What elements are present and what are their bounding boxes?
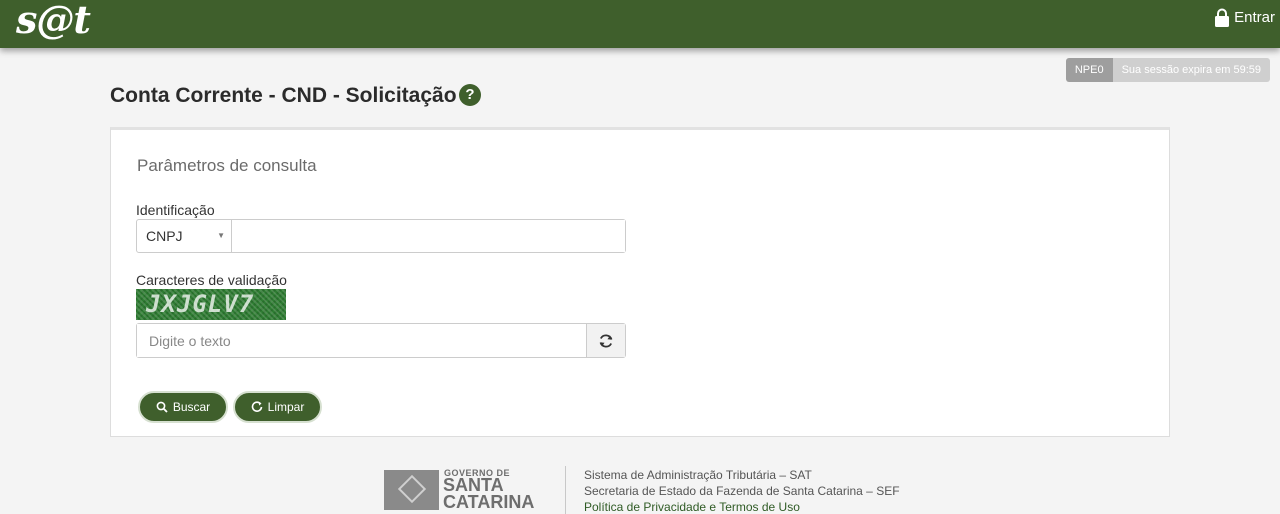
captcha-text: JXJGLV7	[146, 290, 255, 318]
panel-title: Parâmetros de consulta	[137, 156, 317, 175]
search-button[interactable]: Buscar	[138, 391, 228, 423]
coat-of-arms-icon	[384, 470, 439, 510]
identification-input[interactable]	[232, 220, 625, 252]
login-link[interactable]: Entrar	[1214, 8, 1275, 27]
captcha-input[interactable]	[137, 324, 586, 357]
captcha-label: Caracteres de validação	[136, 272, 287, 288]
footer-system-name: Sistema de Administração Tributária – SA…	[584, 468, 812, 482]
refresh-icon	[599, 333, 613, 348]
clear-button[interactable]: Limpar	[233, 391, 322, 423]
query-panel: Parâmetros de consulta Identificação CNP…	[110, 127, 1170, 437]
identification-type-value: CNPJ	[146, 228, 183, 244]
session-badge: NPE0 Sua sessão expira em 59:59	[1065, 58, 1270, 82]
session-user: NPE0	[1065, 58, 1113, 82]
sat-logo[interactable]: s@t	[16, 0, 91, 40]
captcha-group	[136, 323, 626, 358]
lock-icon	[1215, 8, 1230, 27]
identification-type-select[interactable]: CNPJ ▼	[137, 220, 232, 252]
state-label: SANTA CATARINA	[443, 475, 535, 512]
help-icon[interactable]: ?	[459, 84, 481, 106]
identification-group: CNPJ ▼	[136, 219, 626, 253]
search-label: Buscar	[172, 400, 211, 414]
privacy-terms-link[interactable]: Política de Privacidade e Termos de Uso	[584, 500, 800, 514]
reset-icon	[251, 401, 262, 412]
footer-secretariat: Secretaria de Estado da Fazenda de Santa…	[584, 484, 900, 498]
chevron-down-icon: ▼	[217, 231, 225, 240]
clear-label: Limpar	[267, 400, 305, 414]
page-title: Conta Corrente - CND - Solicitação	[110, 84, 457, 107]
session-timer: Sua sessão expira em 59:59	[1112, 58, 1270, 82]
top-navbar: s@t Entrar	[0, 0, 1280, 48]
search-icon	[156, 401, 168, 413]
gov-sc-logo: GOVERNO DE SANTA CATARINA	[384, 468, 554, 512]
login-label: Entrar	[1234, 9, 1275, 26]
footer-divider	[565, 466, 566, 514]
identification-label: Identificação	[136, 202, 215, 218]
refresh-captcha-button[interactable]	[586, 324, 625, 357]
captcha-image: JXJGLV7	[136, 289, 286, 320]
